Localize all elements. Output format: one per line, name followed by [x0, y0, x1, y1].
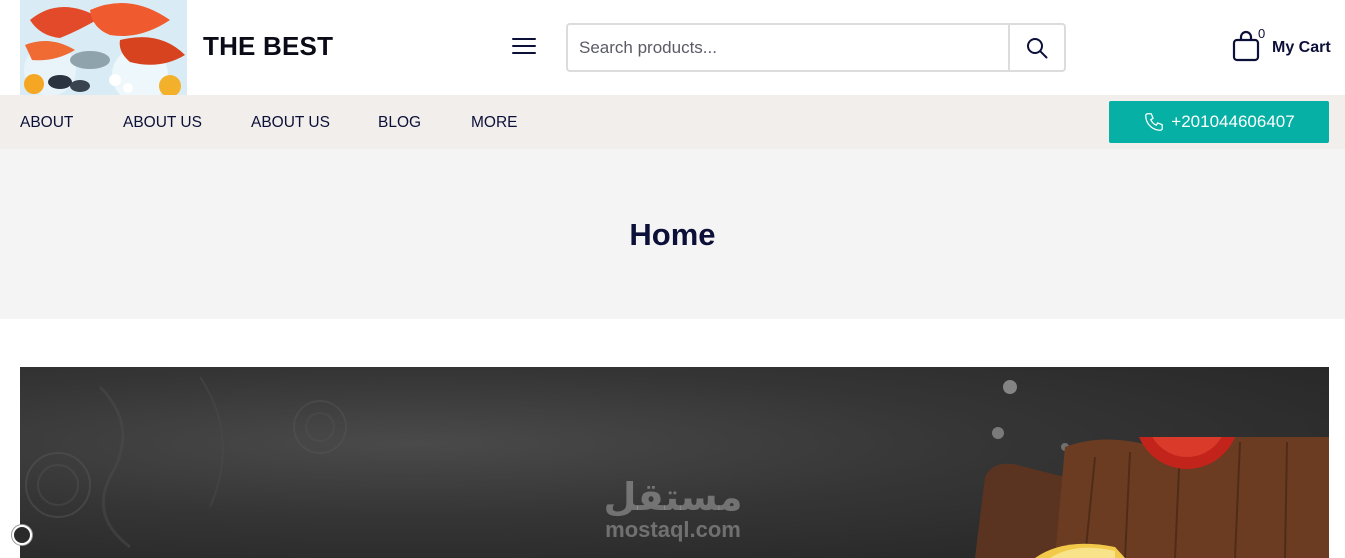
floating-widget-icon[interactable] — [12, 525, 32, 545]
nav-item-about-us[interactable]: ABOUT US — [123, 114, 202, 132]
cart-label: My Cart — [1272, 39, 1331, 56]
hero-banner-image: مستقل mostaql.com — [20, 367, 1329, 558]
phone-icon — [1145, 113, 1164, 131]
cart-count-badge: 0 — [1258, 26, 1266, 41]
watermark-arabic-text: مستقل — [603, 475, 743, 519]
phone-number: +201044606407 — [1171, 112, 1295, 131]
search-input[interactable] — [568, 25, 1008, 70]
search-bar — [566, 23, 1066, 72]
page-title: Home — [629, 217, 716, 252]
phone-button[interactable]: +201044606407 — [1109, 101, 1329, 143]
page-title-section: Home — [0, 149, 1345, 319]
search-button[interactable] — [1008, 25, 1064, 70]
watermark-url-text: mostaql.com — [605, 517, 741, 542]
cutting-board-image — [975, 437, 1329, 558]
site-header: THE BEST 0 My Cart — [0, 0, 1345, 95]
nav-item-about[interactable]: ABOUT — [20, 114, 73, 132]
shopping-bag-icon — [1232, 30, 1260, 62]
cart-button[interactable]: 0 My Cart — [1232, 26, 1332, 64]
brand-name[interactable]: THE BEST — [203, 31, 333, 62]
main-nav: ABOUT ABOUT US ABOUT US BLOG MORE +20104… — [0, 95, 1345, 149]
nav-item-more[interactable]: MORE — [471, 114, 518, 132]
seafood-logo-image[interactable] — [20, 0, 187, 95]
watermark-logo: مستقل mostaql.com — [598, 477, 748, 543]
nav-item-blog[interactable]: BLOG — [378, 114, 421, 132]
nav-item-about-us-2[interactable]: ABOUT US — [251, 114, 330, 132]
menu-icon[interactable] — [512, 38, 536, 56]
search-icon — [1027, 37, 1048, 58]
